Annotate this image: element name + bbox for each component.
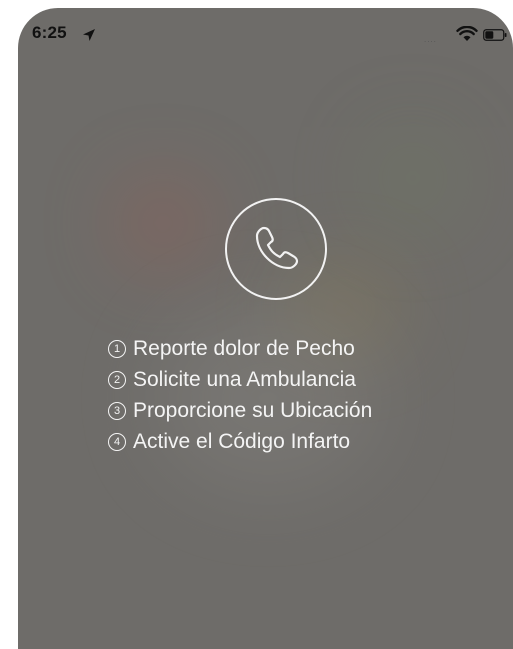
steps-list: 1 Reporte dolor de Pecho 2 Solicite una …: [108, 333, 372, 457]
step-label: Proporcione su Ubicación: [133, 398, 373, 422]
phone-screen: 6:25 .... 1 Reporte dolor de Pecho 2 Sol…: [18, 8, 513, 649]
step-number-badge: 1: [108, 339, 126, 358]
status-bar: 6:25 ....: [18, 8, 513, 62]
call-button[interactable]: [225, 198, 327, 300]
status-time: 6:25: [32, 23, 67, 42]
step-label: Active el Código Infarto: [133, 429, 351, 453]
blurred-background: [368, 128, 458, 228]
step-number-badge: 3: [108, 401, 126, 420]
step-label: Reporte dolor de Pecho: [133, 336, 355, 360]
list-item: 2 Solicite una Ambulancia: [108, 364, 372, 395]
blurred-background: [118, 178, 208, 268]
step-label: Solicite una Ambulancia: [133, 367, 356, 391]
step-number-badge: 4: [108, 432, 126, 451]
list-item: 1 Reporte dolor de Pecho: [108, 333, 372, 364]
wifi-icon: [456, 26, 478, 41]
page: 6:25 .... 1 Reporte dolor de Pecho 2 Sol…: [0, 0, 513, 649]
phone-icon: [255, 226, 299, 270]
list-item: 4 Active el Código Infarto: [108, 426, 372, 457]
battery-icon: [483, 29, 507, 41]
list-item: 3 Proporcione su Ubicación: [108, 395, 372, 426]
signal-dots: ....: [424, 35, 437, 44]
location-arrow-icon: [83, 29, 95, 41]
step-number-badge: 2: [108, 370, 126, 389]
